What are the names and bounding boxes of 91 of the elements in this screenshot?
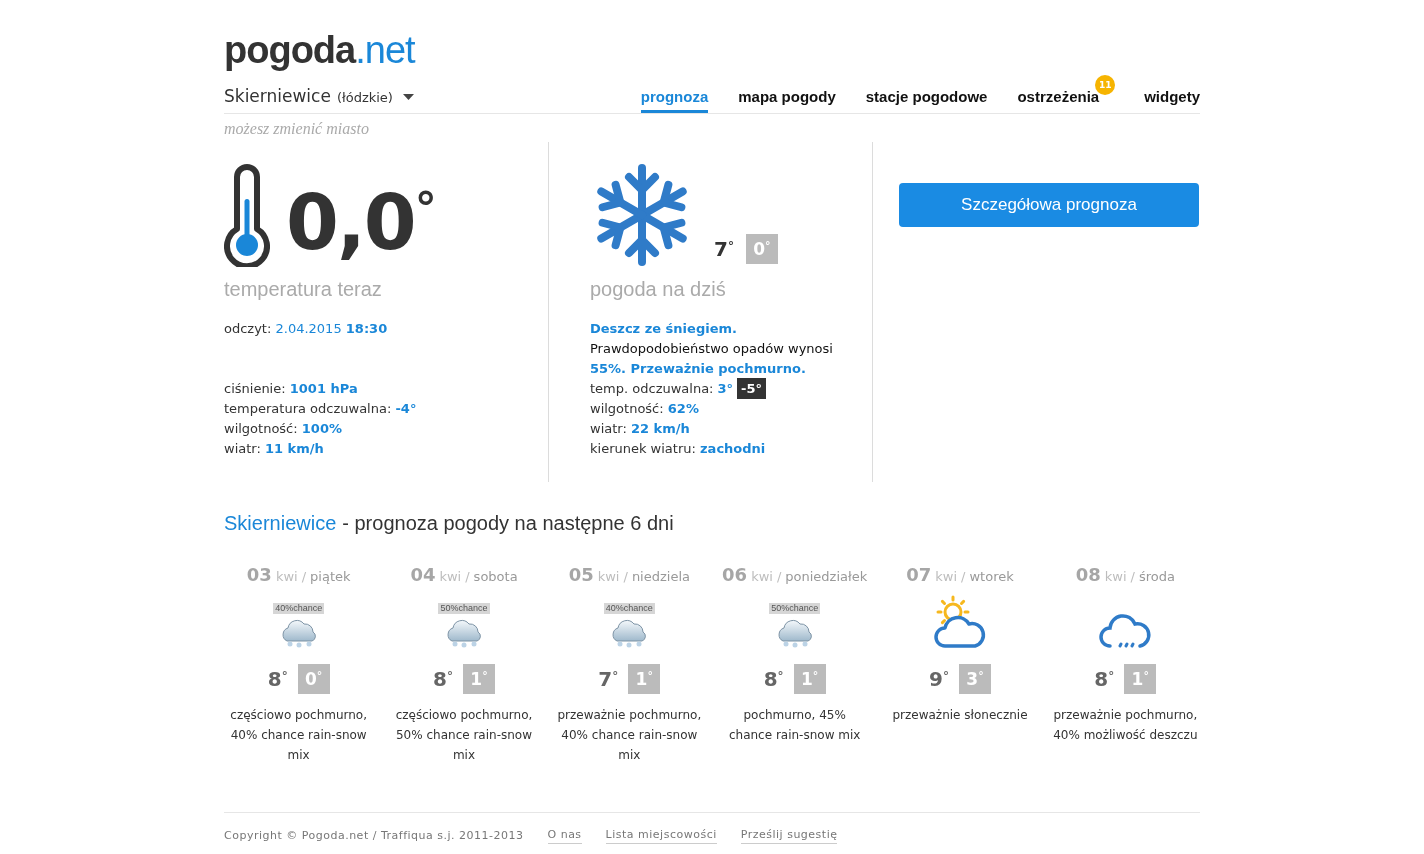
day-high-temperature: 8$^{°}$: [433, 665, 453, 693]
detail-value: 1001 hPa: [289, 380, 358, 396]
date-separator: /: [465, 567, 470, 586]
chance-label: 50%chance: [438, 602, 490, 614]
day-description: przeważnie pochmurno, 40% chance rain-snow mix: [556, 706, 703, 764]
current-caption: temperatura teraz: [224, 276, 383, 302]
detail-value: 22 km/h: [630, 420, 690, 436]
day-low-temperature: 0$^{°}$: [297, 663, 330, 694]
day-low-temperature: 1$^{°}$: [1124, 663, 1157, 694]
day-description: częściowo pochmurno, 50% chance rain-snow mix: [394, 706, 534, 764]
detail-value: zachodni: [700, 440, 766, 456]
day-low-temperature: 1$^{°}$: [628, 663, 661, 694]
city-select[interactable]: Skierniewice (łódzkie): [224, 84, 414, 113]
day-number: 03: [246, 562, 272, 587]
chance-label: 50%chance: [769, 602, 821, 614]
weather-description: Prawdopodobieństwo opadów wynosi 55%. Przeważnie pochmurno.: [590, 339, 834, 378]
date-separator: /: [623, 567, 628, 586]
snowflake-icon: [595, 162, 689, 267]
day-low-temperature: 1$^{°}$: [462, 663, 495, 694]
detail-value: 11 km/h: [264, 440, 324, 456]
detail-label: wiatr:: [224, 440, 261, 456]
nav-tab[interactable]: widgety: [1144, 86, 1200, 113]
detailed-forecast-button[interactable]: Szczegółowa prognoza: [899, 182, 1199, 227]
day-high-temperature: 9$^{°}$: [929, 665, 949, 693]
day-number: 04: [410, 562, 436, 587]
weather-summary: Deszcz ze śniegiem.: [590, 319, 738, 338]
footer-link[interactable]: Lista miejscowości: [605, 827, 717, 844]
day-number: 06: [722, 562, 748, 587]
month-label: kwi: [935, 567, 958, 586]
day-description: częściowo pochmurno, 40% chance rain-snow mix: [229, 706, 368, 764]
forecast-heading: - prognoza pogody na następne 6 dni: [342, 510, 674, 536]
site-logo[interactable]: pogoda.net: [224, 26, 415, 74]
nav-tab[interactable]: prognoza: [640, 86, 709, 113]
date-separator: /: [776, 567, 782, 586]
month-label: kwi: [597, 567, 620, 586]
month-label: kwi: [275, 567, 298, 586]
thermometer-icon: [224, 162, 270, 267]
date-separator: /: [1130, 567, 1135, 586]
chance-label: 40%chance: [273, 602, 325, 614]
reading-date: 2.04.2015: [275, 320, 342, 336]
day-low-temperature: 3$^{°}$: [958, 663, 991, 694]
date-separator: /: [301, 567, 307, 586]
footer-link[interactable]: O nas: [547, 827, 582, 844]
month-label: kwi: [1104, 567, 1127, 586]
feels-like-night: -5°: [737, 378, 766, 399]
day-number: 05: [568, 562, 594, 587]
day-low-temperature: 1$^{°}$: [793, 663, 826, 694]
detail-label: temperatura odczuwalna:: [224, 400, 392, 416]
day-high-temperature: 8$^{°}$: [763, 665, 784, 693]
sun-cloud-icon: [933, 594, 987, 649]
count-badge: 11: [1095, 74, 1116, 95]
nav-tab[interactable]: mapa pogody: [738, 86, 836, 113]
reading-label: odczyt:: [224, 320, 272, 336]
nav-tab[interactable]: stacje pogodowe: [865, 86, 988, 113]
detail-label: ciśnienie:: [224, 380, 286, 396]
weekday-label: piątek: [310, 567, 351, 586]
today-high-temperature: 7$^{°}$: [714, 235, 734, 263]
feels-like-value: 3°: [717, 379, 734, 398]
day-number: 08: [1075, 562, 1101, 587]
detail-label: kierunek wiatru:: [590, 440, 696, 456]
detail-label: wiatr:: [590, 420, 627, 436]
day-description: przeważnie słonecznie: [891, 706, 1029, 724]
today-caption: pogoda na dziś: [590, 276, 727, 302]
weekday-label: poniedziałek: [785, 567, 868, 586]
reading-time: 18:30: [345, 320, 388, 336]
copyright-text: Copyright © Pogoda.net / Traffiqua s.j. 2011-2013: [224, 827, 524, 844]
caret-icon: [402, 93, 414, 100]
day-description: pochmurno, 45% chance rain-snow mix: [727, 706, 862, 744]
today-low-temperature: 0$^{°}$: [745, 233, 778, 264]
weekday-label: środa: [1138, 567, 1175, 586]
month-label: kwi: [751, 567, 773, 586]
detail-label: wilgotność:: [224, 420, 298, 436]
day-high-temperature: 8$^{°}$: [267, 665, 288, 693]
footer-link[interactable]: Prześlij sugestię: [740, 827, 838, 844]
feels-like-label: temp. odczuwalna:: [590, 379, 714, 398]
day-number: 07: [906, 562, 932, 587]
day-description: przeważnie pochmurno, 40% możliwość deszczu: [1052, 706, 1199, 744]
day-high-temperature: 7$^{°}$: [598, 665, 619, 693]
detail-label: wilgotność:: [590, 400, 664, 416]
current-temperature: 0,0$^{°}$: [286, 182, 435, 263]
weekday-label: sobota: [473, 567, 518, 586]
weekday-label: niedziela: [631, 567, 690, 586]
detail-value: 62%: [667, 400, 699, 416]
forecast-city-link[interactable]: Skierniewice: [224, 509, 337, 536]
day-high-temperature: 8$^{°}$: [1094, 665, 1115, 693]
chance-label: 40%chance: [603, 602, 655, 614]
detail-value: -4°: [395, 400, 417, 416]
weekday-label: wtorek: [969, 567, 1014, 586]
detail-value: 100%: [301, 420, 342, 436]
month-label: kwi: [439, 567, 462, 586]
date-separator: /: [961, 567, 966, 586]
